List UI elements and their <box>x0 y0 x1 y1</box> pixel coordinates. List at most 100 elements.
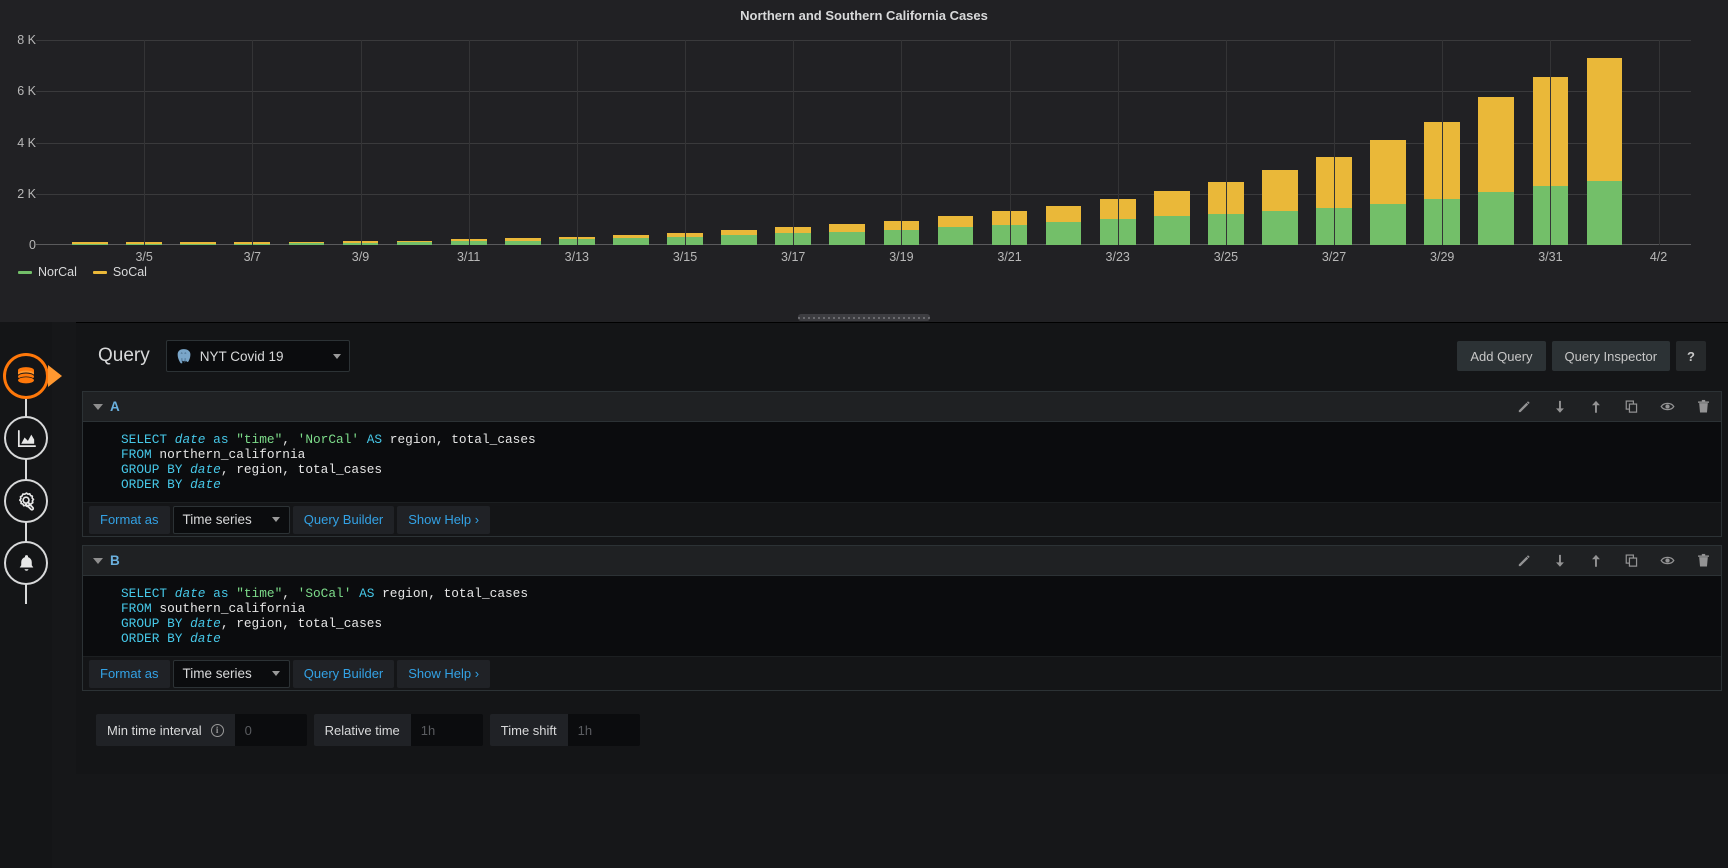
sidebar-item-visualization[interactable] <box>4 416 48 460</box>
x-axis-tick-label: 3/7 <box>243 250 262 264</box>
y-axis-tick-label: 4 K <box>17 135 36 150</box>
chevron-down-icon[interactable] <box>93 557 103 564</box>
sidebar-item-queries[interactable] <box>4 354 48 398</box>
bar-stack[interactable] <box>613 234 649 245</box>
sql-token: southern_california <box>151 601 306 616</box>
arrow-down-icon[interactable] <box>1552 553 1567 568</box>
sidebar-item-general-settings[interactable] <box>4 479 48 523</box>
sql-token: "time" <box>236 432 283 447</box>
x-axis-tick-label: 3/29 <box>1430 250 1455 264</box>
sql-code-editor[interactable]: SELECT date as "time", 'SoCal' AS region… <box>83 576 1721 656</box>
sql-token: GROUP BY <box>121 462 191 477</box>
legend-label: SoCal <box>112 265 147 279</box>
gridline-vertical <box>360 40 362 245</box>
bar-stack[interactable] <box>1478 97 1515 245</box>
eye-icon[interactable] <box>1660 553 1675 568</box>
bar-stack[interactable] <box>721 229 757 245</box>
legend-item-norcal[interactable]: NorCal <box>18 265 77 279</box>
show-help-button[interactable]: Show Help › <box>397 505 491 534</box>
query-row-actions <box>1516 553 1711 568</box>
sql-token: ORDER BY <box>121 477 191 492</box>
chevron-down-icon <box>271 671 280 676</box>
arrow-down-icon[interactable] <box>1552 399 1567 414</box>
bar-stack[interactable] <box>1262 170 1298 245</box>
sql-token: 'NorCal' <box>297 432 360 447</box>
bar-segment-norcal <box>396 242 433 245</box>
bar-stack[interactable] <box>396 240 433 245</box>
graph-panel: Northern and Southern California Cases 0… <box>0 0 1728 322</box>
bar-stack[interactable] <box>504 238 541 245</box>
bar-stack[interactable] <box>288 241 325 245</box>
arrow-up-icon[interactable] <box>1588 553 1603 568</box>
gridline-vertical <box>1442 40 1444 245</box>
pencil-icon[interactable] <box>1516 399 1531 414</box>
info-icon[interactable]: i <box>210 723 224 737</box>
gridline-vertical <box>1334 40 1336 245</box>
query-builder-button[interactable]: Query Builder <box>292 505 395 534</box>
query-row-A: A SELECT date as "time", 'NorCal' AS regi… <box>82 391 1722 537</box>
format-as-value: Time series <box>182 666 252 681</box>
relative-time-label-text: Relative time <box>324 722 400 738</box>
chevron-down-icon[interactable] <box>93 403 103 410</box>
time-shift-group: Time shift <box>489 714 640 746</box>
gridline-vertical <box>1225 40 1227 245</box>
trash-icon[interactable] <box>1696 399 1711 414</box>
bar-segment-norcal <box>1153 216 1190 245</box>
x-axis-tick-label: 3/11 <box>456 250 481 264</box>
eye-icon[interactable] <box>1660 399 1675 414</box>
query-editor: Query NYT Covid 19 Add Query Query Inspec… <box>76 322 1728 774</box>
x-axis-tick-label: 3/27 <box>1321 250 1347 264</box>
sql-token: date <box>190 477 221 492</box>
bar-stack[interactable] <box>1045 205 1082 245</box>
relative-time-input[interactable] <box>410 714 483 746</box>
legend-item-socal[interactable]: SoCal <box>92 265 147 279</box>
sql-code-editor[interactable]: SELECT date as "time", 'NorCal' AS regio… <box>83 422 1721 502</box>
bar-segment-norcal <box>72 243 108 245</box>
pencil-icon[interactable] <box>1516 553 1531 568</box>
bar-stack[interactable] <box>829 224 866 245</box>
bar-segment-norcal <box>1262 211 1298 245</box>
query-options-row: Min time interval i Relative time Time s… <box>82 703 1722 757</box>
format-as-select[interactable]: Time series <box>172 659 290 688</box>
trash-icon[interactable] <box>1696 553 1711 568</box>
sql-token: FROM <box>121 447 152 462</box>
bar-segment-socal <box>829 224 866 232</box>
bar-stack[interactable] <box>1586 57 1623 245</box>
bar-stack[interactable] <box>72 242 108 245</box>
datasource-picker[interactable]: NYT Covid 19 <box>165 340 350 372</box>
format-as-label[interactable]: Format as <box>89 505 170 534</box>
min-time-interval-label: Min time interval i <box>96 714 235 746</box>
query-inspector-button[interactable]: Query Inspector <box>1551 341 1671 371</box>
duplicate-icon[interactable] <box>1624 553 1639 568</box>
bar-stack[interactable] <box>1153 191 1190 245</box>
sql-token: date <box>190 462 221 477</box>
bar-stack[interactable] <box>937 216 974 245</box>
sql-token: as <box>205 586 237 601</box>
bar-stack[interactable] <box>1370 140 1406 245</box>
add-query-button[interactable]: Add Query <box>1457 341 1546 371</box>
x-axis-tick-label: 3/13 <box>564 250 590 264</box>
query-builder-button[interactable]: Query Builder <box>292 659 395 688</box>
chart-canvas[interactable]: 0 2 K 4 K 6 K 8 K 3/5 3/7 3/9 3/11 3/13 3/15 3/17 3/… <box>0 32 1728 287</box>
format-as-label[interactable]: Format as <box>89 659 170 688</box>
query-refid-label[interactable]: B <box>110 553 120 568</box>
min-time-interval-group: Min time interval i <box>96 714 307 746</box>
gridline-vertical <box>252 40 254 245</box>
gridline-vertical <box>1658 40 1660 245</box>
time-shift-input[interactable] <box>567 714 640 746</box>
help-button[interactable]: ? <box>1676 341 1706 371</box>
show-help-button[interactable]: Show Help › <box>397 659 491 688</box>
min-time-interval-input[interactable] <box>234 714 307 746</box>
format-as-value: Time series <box>182 512 252 527</box>
format-as-select[interactable]: Time series <box>172 505 290 534</box>
query-editor-header: Query NYT Covid 19 Add Query Query Inspec… <box>76 323 1728 389</box>
bar-stack[interactable] <box>180 242 217 245</box>
sql-token: 'SoCal' <box>297 586 352 601</box>
duplicate-icon[interactable] <box>1624 399 1639 414</box>
arrow-up-icon[interactable] <box>1588 399 1603 414</box>
panel-resize-handle[interactable] <box>798 314 930 321</box>
query-refid-label[interactable]: A <box>110 399 120 414</box>
sidebar-item-alerts[interactable] <box>4 541 48 585</box>
relative-time-group: Relative time <box>313 714 483 746</box>
query-row-header: B <box>82 545 1722 575</box>
